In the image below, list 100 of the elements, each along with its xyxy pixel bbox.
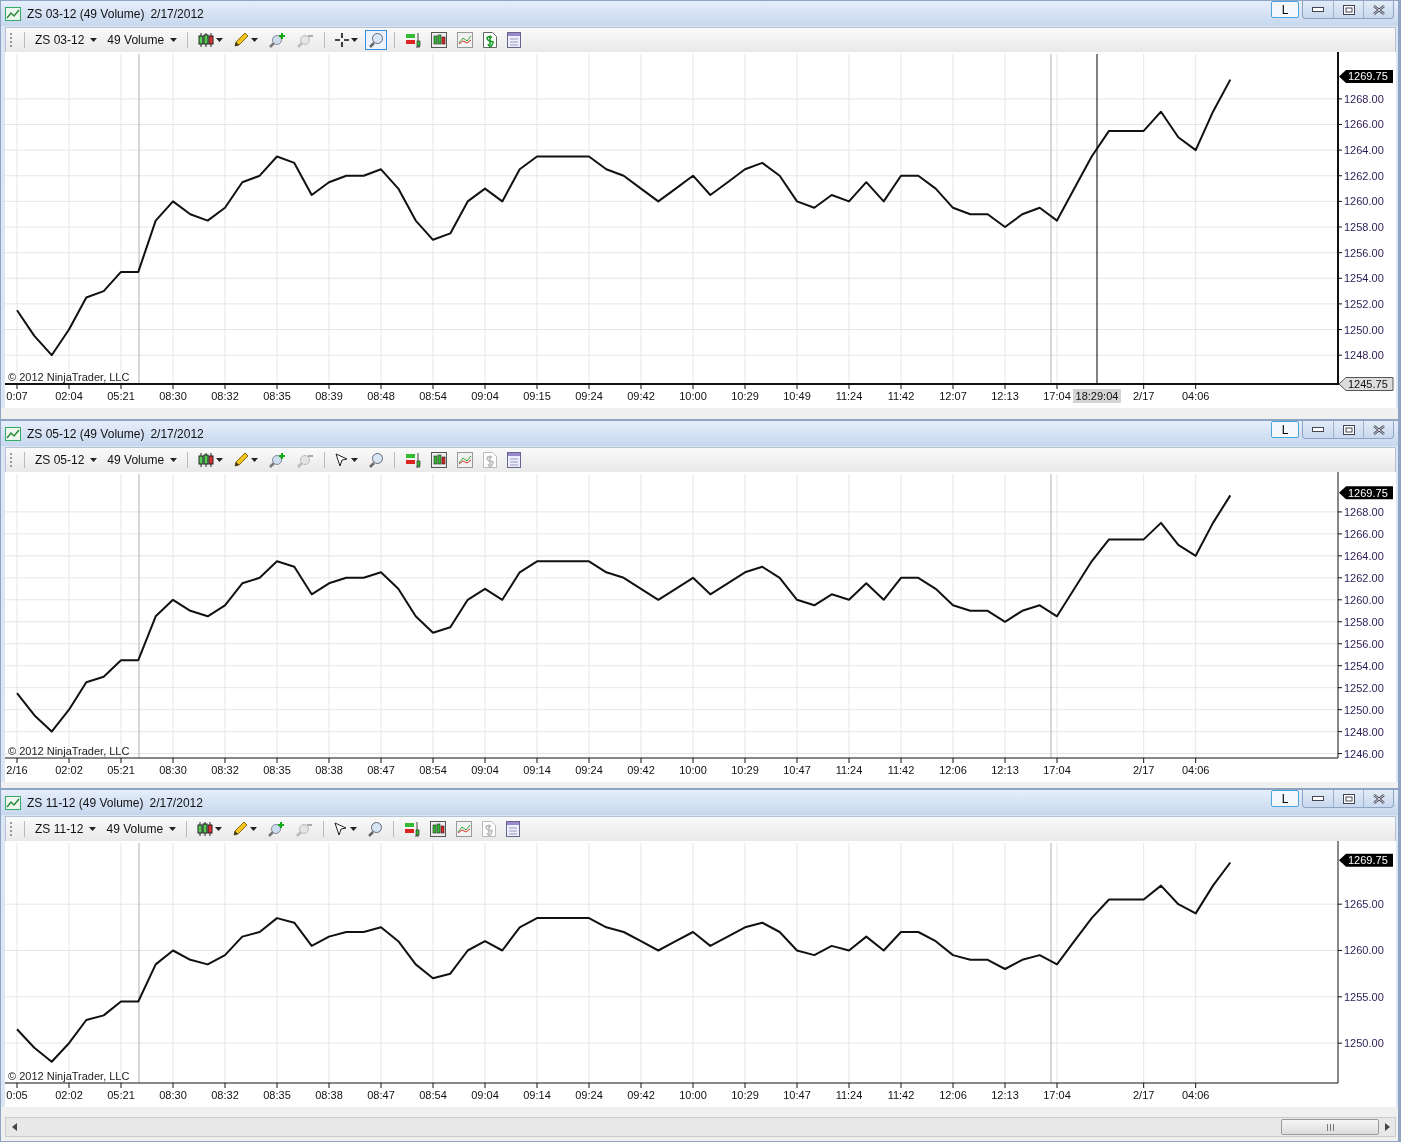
instrument-dropdown[interactable]: ZS 03-12: [32, 30, 101, 50]
last-price-tag: 1269.75: [1339, 853, 1393, 867]
caret-icon: [170, 458, 178, 462]
instrument-dropdown[interactable]: ZS 11-12: [32, 819, 100, 839]
pencil-icon: [232, 821, 249, 837]
y-axis-label: 1258.00: [1344, 221, 1384, 233]
properties-icon: [507, 452, 522, 468]
x-axis-label: 12:13: [991, 764, 1019, 776]
x-axis-label: 08:47: [367, 1089, 395, 1101]
candlestick-icon: [198, 32, 215, 48]
y-axis-label: 1248.00: [1344, 349, 1384, 362]
y-axis-label: 1260.00: [1344, 593, 1384, 606]
caret-icon: [169, 827, 177, 831]
x-axis-label: 08:32: [211, 390, 239, 402]
window-title: ZS 11-12 (49 Volume): [27, 795, 144, 810]
candlestick-icon: [198, 452, 215, 468]
x-axis-label: 08:30: [159, 390, 187, 402]
x-axis-label: 08:30: [159, 764, 187, 776]
x-axis-label: 08:54: [419, 764, 447, 776]
copyright-text: © 2012 NinjaTrader, LLC: [8, 1070, 130, 1082]
zoom-out-icon: [295, 821, 314, 837]
caret-icon: [351, 38, 359, 42]
y-axis-label: 1265.00: [1344, 898, 1384, 911]
x-axis-label: 04:06: [1181, 764, 1210, 776]
x-axis-label: 02:04: [55, 390, 83, 402]
minimize-icon: [1312, 426, 1324, 433]
period-dropdown[interactable]: 49 Volume: [104, 450, 181, 470]
x-axis-label: 12:13: [991, 390, 1019, 402]
minimize-icon: [1312, 6, 1324, 13]
last-price-tag: 1269.75: [1339, 486, 1393, 500]
chart-window-icon: [5, 6, 21, 21]
pointer-icon: [335, 453, 350, 467]
caret-icon: [90, 38, 98, 42]
close-icon: [1372, 793, 1385, 804]
crosshair-time-tag: 18:29:04: [1073, 389, 1121, 403]
x-axis-label: 11:42: [887, 764, 915, 776]
caret-icon: [170, 38, 178, 42]
chart-window-icon: [5, 426, 21, 441]
y-axis-label: 1246.00: [1344, 747, 1384, 760]
y-axis-label: 1256.00: [1344, 246, 1384, 259]
y-axis-label: 1258.00: [1344, 615, 1384, 628]
line-chart-icon: [456, 821, 473, 837]
x-axis-label: 08:30: [159, 1089, 187, 1101]
x-axis-label: 09:42: [627, 1089, 655, 1101]
x-axis-label: 08:54: [419, 1089, 447, 1101]
scrollbar-thumb[interactable]: [1281, 1119, 1379, 1135]
link-button[interactable]: L: [1271, 790, 1299, 807]
caret-icon: [251, 458, 259, 462]
dollar-icon: [482, 821, 497, 837]
line-chart-icon: [457, 32, 474, 48]
instrument-dropdown[interactable]: ZS 05-12: [32, 450, 101, 470]
dollar-icon: [483, 452, 498, 468]
y-axis-label: 1262.00: [1344, 169, 1384, 182]
x-axis-label: 08:32: [211, 764, 239, 776]
x-axis-label: 05:21: [107, 1089, 135, 1101]
x-axis-label: 09:24: [575, 1089, 603, 1101]
strategy-icon: [404, 821, 421, 837]
y-axis-label: 1264.00: [1344, 144, 1384, 157]
zoom-out-icon: [296, 32, 315, 48]
x-axis-label: 09:14: [523, 1089, 551, 1101]
x-axis-label: 0:05: [6, 1089, 28, 1101]
x-axis-label: 2/17: [1132, 1089, 1155, 1101]
caret-icon: [90, 458, 98, 462]
x-axis-label: 10:29: [731, 1089, 759, 1101]
x-axis-label: 0:07: [6, 390, 28, 402]
x-axis-label: 12:13: [991, 1089, 1019, 1101]
link-button[interactable]: L: [1271, 421, 1299, 438]
link-button[interactable]: L: [1271, 1, 1299, 18]
magnifier-button[interactable]: [365, 30, 388, 50]
x-axis-label: 09:15: [523, 390, 551, 402]
y-axis-label: 1250.00: [1344, 703, 1384, 716]
x-axis-label: 04:06: [1181, 1089, 1210, 1101]
x-axis-label: 2/17: [1132, 764, 1155, 776]
caret-icon: [216, 38, 224, 42]
x-axis-label: 11:42: [887, 390, 915, 402]
x-axis-label: 11:24: [835, 390, 863, 402]
period-dropdown[interactable]: 49 Volume: [103, 819, 180, 839]
x-axis-label: 08:32: [211, 1089, 239, 1101]
bar-chart-icon: [430, 821, 447, 837]
x-axis-label: 09:24: [575, 390, 603, 402]
zoom-out-icon: [296, 452, 315, 468]
left-arrow-icon: [11, 1123, 17, 1131]
x-axis-label: 17:04: [1043, 1089, 1071, 1101]
y-axis-label: 1264.00: [1344, 549, 1384, 562]
close-icon: [1372, 424, 1385, 435]
horizontal-scrollbar[interactable]: [5, 1117, 1396, 1137]
x-axis-label: 08:35: [263, 1089, 291, 1101]
x-axis-label: 10:49: [783, 390, 811, 402]
bar-chart-icon: [431, 452, 448, 468]
y-axis-label: 1260.00: [1344, 195, 1384, 208]
maximize-icon: [1342, 4, 1355, 15]
maximize-icon: [1342, 793, 1355, 804]
magnifier-icon: [368, 32, 385, 48]
x-axis-label: 09:42: [627, 764, 655, 776]
properties-icon: [507, 32, 522, 48]
close-icon: [1372, 4, 1385, 15]
x-axis-label: 09:04: [471, 1089, 499, 1101]
y-axis-label: 1252.00: [1344, 681, 1384, 694]
pencil-icon: [233, 32, 250, 48]
period-dropdown[interactable]: 49 Volume: [104, 30, 181, 50]
